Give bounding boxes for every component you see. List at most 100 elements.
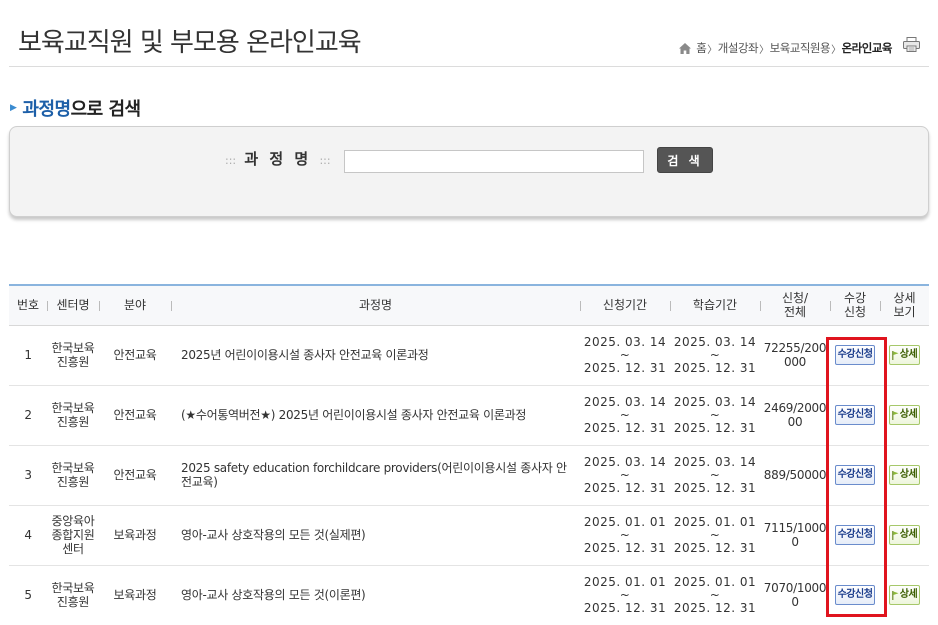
page-title: 보육교직원 및 부모용 온라인교육 (18, 28, 362, 58)
apply-end: 2025. 12. 31 (583, 480, 667, 495)
cell-detail: 상세 (880, 325, 929, 385)
apply-button[interactable]: 수강신청 (834, 405, 876, 425)
cell-apply: 수강신청 (830, 385, 880, 445)
cell-apply: 수강신청 (830, 445, 880, 505)
cell-study-period: 2025. 03. 14 ~2025. 12. 31 (670, 445, 760, 505)
cell-course-title[interactable]: 2025 safety education forchildcare provi… (171, 445, 580, 505)
study-tilde: ~ (709, 347, 721, 362)
section-title: ▶ 과정명 으로 검색 (10, 95, 141, 121)
study-start: 2025. 03. 14 (673, 454, 757, 469)
header-field: 분야 (99, 285, 171, 325)
study-start: 2025. 01. 01 (673, 574, 757, 589)
cell-count: 7115/10000 (763, 521, 827, 549)
breadcrumb-home[interactable]: 홈 (696, 40, 707, 56)
detail-button[interactable]: 상세 (888, 585, 921, 605)
home-icon[interactable] (679, 42, 692, 54)
cell-study-period: 2025. 03. 14 ~2025. 12. 31 (670, 385, 760, 445)
cell-no: 1 (24, 348, 32, 362)
breadcrumb: 홈 〉 개설강좌 〉 보육교직원용 〉 온라인교육 (679, 40, 893, 56)
cell-count: 72255/200000 (763, 341, 827, 369)
cell-course-title[interactable]: 영아-교사 상호작용의 모든 것(이론편) (171, 565, 580, 625)
header-enroll: 수강 신청 (830, 285, 880, 325)
apply-end: 2025. 12. 31 (583, 600, 667, 615)
cell-study-period: 2025. 01. 01 ~2025. 12. 31 (670, 505, 760, 565)
cell-course-title[interactable]: (★수어통역버전★) 2025년 어린이이용시설 종사자 안전교육 이론과정 (171, 385, 580, 445)
detail-button[interactable]: 상세 (888, 405, 921, 425)
detail-button-label: 상세 (899, 349, 918, 360)
bullet-icon: ▶ (10, 103, 17, 113)
header-apply-total: 신청/전체 (760, 285, 830, 325)
apply-button[interactable]: 수강신청 (834, 465, 876, 485)
course-table: 번호 센터명 분야 과정명 신청기간 학습기간 신청/전체 수강 신청 상세 보기 … (9, 284, 929, 625)
detail-button[interactable]: 상세 (888, 465, 921, 485)
cell-field: 보육과정 (113, 528, 157, 542)
cell-study-period: 2025. 01. 01 ~2025. 12. 31 (670, 565, 760, 625)
flag-icon (891, 590, 899, 600)
course-table-body: 1 한국보육진흥원 안전교육 2025년 어린이이용시설 종사자 안전교육 이론… (9, 325, 929, 625)
detail-button-label: 상세 (899, 589, 918, 600)
apply-button[interactable]: 수강신청 (834, 525, 876, 545)
study-tilde: ~ (709, 407, 721, 422)
study-end: 2025. 12. 31 (673, 360, 757, 375)
apply-button[interactable]: 수강신청 (834, 345, 876, 365)
cell-count: 2469/200000 (763, 401, 827, 429)
apply-tilde: ~ (619, 587, 631, 602)
cell-apply-period: 2025. 01. 01 ~2025. 12. 31 (580, 505, 670, 565)
table-row: 4 중앙육아종합지원센터 보육과정 영아-교사 상호작용의 모든 것(실제편) … (9, 505, 929, 565)
flag-icon (891, 530, 899, 540)
study-tilde: ~ (709, 467, 721, 482)
cell-course-title[interactable]: 2025년 어린이이용시설 종사자 안전교육 이론과정 (171, 325, 580, 385)
table-row: 1 한국보육진흥원 안전교육 2025년 어린이이용시설 종사자 안전교육 이론… (9, 325, 929, 385)
apply-button[interactable]: 수강신청 (834, 585, 876, 605)
study-start: 2025. 01. 01 (673, 514, 757, 529)
chevron-right-icon: 〉 (759, 44, 769, 56)
detail-button-label: 상세 (899, 529, 918, 540)
cell-apply-period: 2025. 03. 14 ~2025. 12. 31 (580, 445, 670, 505)
header-no: 번호 (16, 298, 40, 313)
breadcrumb-item-current: 온라인교육 (841, 41, 893, 55)
cell-center: 한국보육진흥원 (51, 341, 95, 369)
search-panel: ::: 과 정 명 ::: 검 색 (9, 126, 929, 217)
section-title-highlight: 과정명 (22, 99, 71, 120)
cell-detail: 상세 (880, 385, 929, 445)
study-tilde: ~ (709, 587, 721, 602)
apply-start: 2025. 01. 01 (583, 574, 667, 589)
search-button[interactable]: 검 색 (657, 147, 713, 173)
apply-tilde: ~ (619, 467, 631, 482)
breadcrumb-item-staff[interactable]: 보육교직원용 (770, 40, 831, 56)
cell-center: 한국보육진흥원 (51, 401, 95, 429)
course-name-input[interactable] (344, 150, 644, 173)
cell-apply-period: 2025. 01. 01 ~2025. 12. 31 (580, 565, 670, 625)
apply-tilde: ~ (619, 527, 631, 542)
detail-button[interactable]: 상세 (888, 525, 921, 545)
cell-apply-period: 2025. 03. 14 ~2025. 12. 31 (580, 385, 670, 445)
header-course: 과정명 (171, 285, 580, 325)
cell-field: 안전교육 (113, 348, 157, 362)
cell-detail: 상세 (880, 565, 929, 625)
header-detail-line1: 상세 (893, 291, 916, 306)
apply-start: 2025. 03. 14 (583, 394, 667, 409)
flag-icon (891, 470, 899, 480)
header-apply-period: 신청기간 (580, 285, 670, 325)
title-divider (9, 66, 929, 67)
header-center: 센터명 (47, 285, 99, 325)
cell-center: 중앙육아종합지원센터 (51, 514, 95, 556)
chevron-right-icon: 〉 (831, 44, 841, 56)
apply-start: 2025. 01. 01 (583, 514, 667, 529)
print-icon[interactable] (903, 37, 920, 52)
apply-end: 2025. 12. 31 (583, 420, 667, 435)
cell-course-title[interactable]: 영아-교사 상호작용의 모든 것(실제편) (171, 505, 580, 565)
header-study-period: 학습기간 (670, 285, 760, 325)
apply-start: 2025. 03. 14 (583, 454, 667, 469)
header-enroll-line1: 수강 (843, 291, 867, 306)
search-label-prefix: ::: (225, 154, 237, 167)
chevron-right-icon: 〉 (707, 44, 717, 56)
cell-detail: 상세 (880, 505, 929, 565)
apply-tilde: ~ (619, 407, 631, 422)
cell-study-period: 2025. 03. 14 ~2025. 12. 31 (670, 325, 760, 385)
study-end: 2025. 12. 31 (673, 600, 757, 615)
table-row: 5 한국보육진흥원 보육과정 영아-교사 상호작용의 모든 것(이론편) 202… (9, 565, 929, 625)
search-label-text: 과 정 명 (244, 150, 312, 168)
breadcrumb-item-courses[interactable]: 개설강좌 (718, 40, 759, 56)
detail-button[interactable]: 상세 (888, 345, 921, 365)
